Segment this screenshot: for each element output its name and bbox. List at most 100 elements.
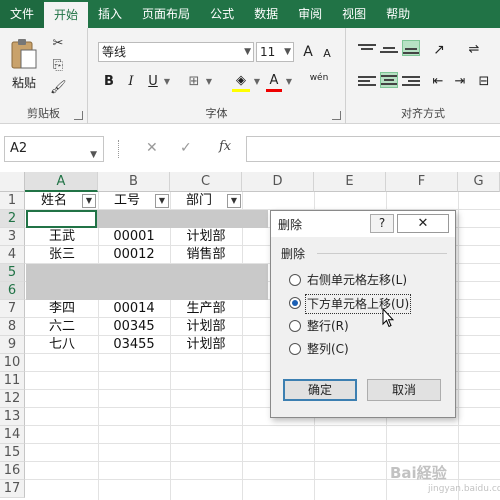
- tab-view[interactable]: 视图: [332, 0, 376, 28]
- column-header-e[interactable]: E: [314, 172, 386, 192]
- decrease-indent-icon[interactable]: ⇤: [428, 72, 448, 92]
- chevron-down-icon[interactable]: ▼: [252, 72, 262, 92]
- cell-dept[interactable]: 计划部: [170, 318, 242, 336]
- cancel-formula-icon[interactable]: ✕: [146, 140, 158, 156]
- align-middle-icon[interactable]: [380, 42, 398, 58]
- cell-id[interactable]: 00001: [98, 228, 170, 246]
- cell-name[interactable]: 六二: [26, 318, 98, 336]
- formula-input[interactable]: [246, 136, 500, 162]
- column-header-b[interactable]: B: [98, 172, 170, 192]
- row-header[interactable]: 15: [0, 444, 25, 462]
- row-header[interactable]: 1: [0, 192, 25, 210]
- tab-file[interactable]: 文件: [0, 0, 45, 28]
- text-orientation-icon[interactable]: ↗: [428, 40, 450, 60]
- column-header-d[interactable]: D: [242, 172, 314, 192]
- dialog-titlebar[interactable]: 删除 ? ✕: [271, 211, 455, 237]
- font-name-select[interactable]: 等线 ▼: [98, 42, 254, 62]
- tab-help[interactable]: 帮助: [376, 0, 420, 28]
- copy-icon[interactable]: ⎘: [50, 58, 66, 74]
- tab-insert[interactable]: 插入: [88, 0, 132, 28]
- font-launcher-icon[interactable]: [332, 111, 341, 120]
- row-header[interactable]: 17: [0, 480, 25, 498]
- column-header-c[interactable]: C: [170, 172, 242, 192]
- active-cell-a2[interactable]: [26, 210, 97, 228]
- increase-indent-icon[interactable]: ⇥: [450, 72, 470, 92]
- bold-button[interactable]: B: [102, 72, 116, 92]
- row-header[interactable]: 4: [0, 246, 25, 264]
- border-icon[interactable]: ⊞: [186, 72, 202, 92]
- align-right-icon[interactable]: [402, 74, 420, 90]
- filter-dropdown-icon[interactable]: ▼: [82, 194, 96, 208]
- format-painter-icon[interactable]: 🖌: [50, 80, 67, 96]
- cell-dept[interactable]: 生产部: [170, 300, 242, 318]
- paste-button[interactable]: 粘贴: [12, 74, 36, 91]
- radio-icon[interactable]: [289, 343, 301, 355]
- tab-page-layout[interactable]: 页面布局: [132, 0, 200, 28]
- italic-button[interactable]: I: [124, 72, 138, 92]
- tab-formulas[interactable]: 公式: [200, 0, 244, 28]
- font-size-select[interactable]: 11 ▼: [256, 42, 294, 62]
- radio-selected-icon[interactable]: [289, 297, 301, 309]
- sort-filter-icon[interactable]: ▼: [155, 194, 169, 208]
- align-left-icon[interactable]: [358, 74, 376, 90]
- name-box[interactable]: A2 ▼: [4, 136, 104, 162]
- radio-icon[interactable]: [289, 320, 301, 332]
- row-header[interactable]: 8: [0, 318, 25, 336]
- ok-button[interactable]: 确定: [283, 379, 357, 401]
- tab-data[interactable]: 数据: [244, 0, 288, 28]
- chevron-down-icon[interactable]: ▼: [284, 72, 294, 92]
- row-header[interactable]: 14: [0, 426, 25, 444]
- cell-name[interactable]: 张三: [26, 246, 98, 264]
- row-header[interactable]: 2: [0, 210, 25, 228]
- enter-formula-icon[interactable]: ✓: [180, 140, 192, 156]
- cell-name[interactable]: 李四: [26, 300, 98, 318]
- fill-color-icon[interactable]: ◈: [232, 72, 250, 92]
- row-header[interactable]: 10: [0, 354, 25, 372]
- align-top-icon[interactable]: [358, 42, 376, 58]
- tab-home[interactable]: 开始: [44, 2, 89, 28]
- chevron-down-icon[interactable]: ▼: [162, 72, 172, 92]
- cell-dept[interactable]: 计划部: [170, 336, 242, 354]
- insert-function-button[interactable]: fx: [219, 139, 231, 154]
- select-all-corner[interactable]: [0, 172, 25, 192]
- help-button[interactable]: ?: [370, 214, 394, 233]
- close-button[interactable]: ✕: [397, 214, 449, 233]
- cell-id[interactable]: 00012: [98, 246, 170, 264]
- phonetic-guide-button[interactable]: wén: [306, 68, 332, 88]
- column-header-f[interactable]: F: [386, 172, 458, 192]
- tab-review[interactable]: 审阅: [288, 0, 332, 28]
- shrink-font-button[interactable]: A: [320, 44, 334, 64]
- row-header[interactable]: 13: [0, 408, 25, 426]
- align-center-icon[interactable]: [380, 72, 398, 88]
- row-header[interactable]: 5: [0, 264, 25, 282]
- row-header[interactable]: 11: [0, 372, 25, 390]
- wrap-text-icon[interactable]: ⇌: [464, 40, 484, 60]
- align-bottom-icon[interactable]: [402, 40, 420, 56]
- header-cell-dept[interactable]: 部门: [171, 192, 227, 210]
- underline-button[interactable]: U: [146, 72, 160, 92]
- cell-dept[interactable]: 销售部: [170, 246, 242, 264]
- cell-id[interactable]: 00014: [98, 300, 170, 318]
- row-header[interactable]: 3: [0, 228, 25, 246]
- radio-icon[interactable]: [289, 274, 301, 286]
- row-header[interactable]: 7: [0, 300, 25, 318]
- column-header-g[interactable]: G: [458, 172, 500, 192]
- filter-dropdown-icon[interactable]: ▼: [227, 194, 241, 208]
- cell-name[interactable]: 王武: [26, 228, 98, 246]
- cell-id[interactable]: 00345: [98, 318, 170, 336]
- row-header[interactable]: 6: [0, 282, 25, 300]
- paste-icon[interactable]: [10, 38, 38, 70]
- font-color-button[interactable]: A: [266, 72, 282, 92]
- cell-name[interactable]: 七八: [26, 336, 98, 354]
- row-header[interactable]: 16: [0, 462, 25, 480]
- cell-id[interactable]: 03455: [98, 336, 170, 354]
- row-header[interactable]: 12: [0, 390, 25, 408]
- header-cell-id[interactable]: 工号: [99, 192, 155, 210]
- grow-font-button[interactable]: A: [300, 42, 316, 62]
- merge-cells-icon[interactable]: ⊟: [474, 72, 494, 92]
- row-header[interactable]: 9: [0, 336, 25, 354]
- column-header-a[interactable]: A: [25, 172, 98, 192]
- header-cell-name[interactable]: 姓名: [26, 192, 82, 210]
- chevron-down-icon[interactable]: ▼: [204, 72, 214, 92]
- cancel-button[interactable]: 取消: [367, 379, 441, 401]
